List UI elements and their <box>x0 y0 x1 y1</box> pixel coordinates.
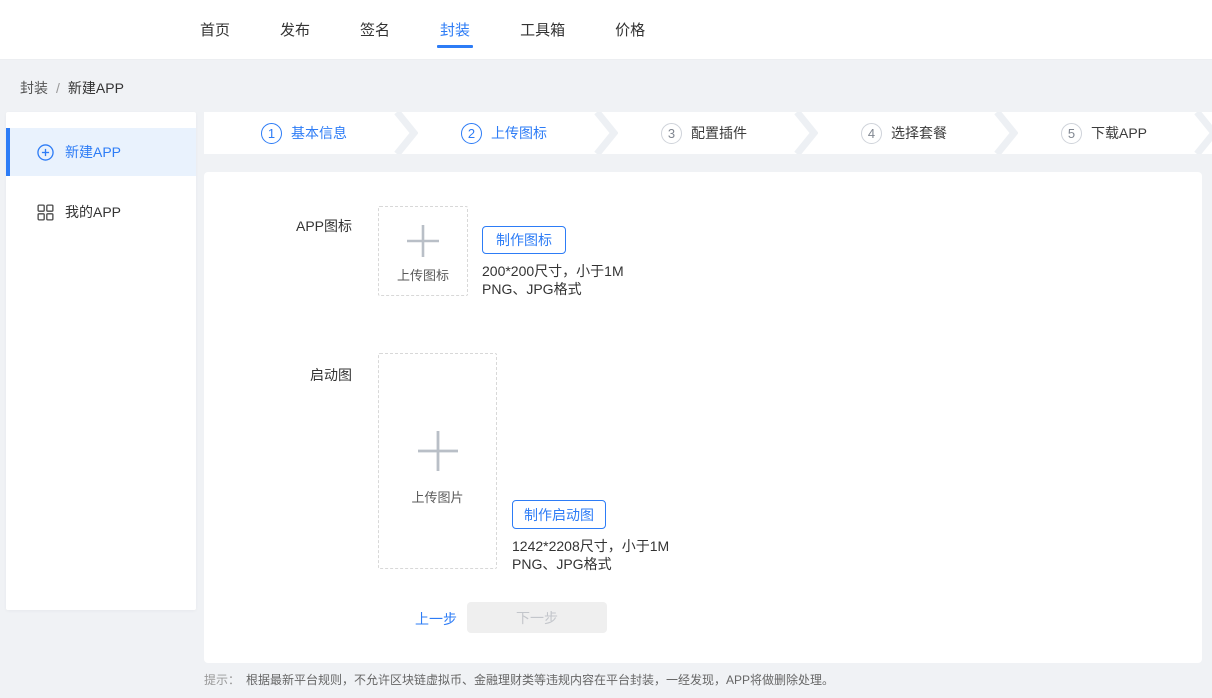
next-step-button[interactable]: 下一步 <box>467 602 607 633</box>
splash-size-hint: 1242*2208尺寸，小于1M <box>512 536 669 556</box>
sidebar-item-label: 新建APP <box>65 142 121 162</box>
breadcrumb-current: 新建APP <box>68 80 124 96</box>
sidebar: 新建APP 我的APP <box>6 112 196 610</box>
upload-image-text: 上传图片 <box>411 487 463 506</box>
breadcrumb: 封装 / 新建APP <box>20 78 124 98</box>
grid-icon <box>37 204 54 221</box>
step-number: 1 <box>261 123 282 144</box>
step-label: 基本信息 <box>291 123 347 143</box>
step-configure-plugins: 3 配置插件 <box>604 112 804 154</box>
plus-icon <box>405 223 441 259</box>
step-number: 4 <box>861 123 882 144</box>
footer-tip: 提示： 根据最新平台规则，不允许区块链虚拟币、金融理财类等违规内容在平台封装，一经… <box>204 671 834 688</box>
tip-text: 根据最新平台规则，不允许区块链虚拟币、金融理财类等违规内容在平台封装，一经发现，… <box>246 673 834 687</box>
nav-item-publish[interactable]: 发布 <box>280 0 310 59</box>
make-splash-button[interactable]: 制作启动图 <box>512 500 606 529</box>
splash-image-label: 启动图 <box>204 365 352 385</box>
step-number: 5 <box>1061 123 1082 144</box>
nav-item-package[interactable]: 封装 <box>440 0 470 59</box>
step-select-plan: 4 选择套餐 <box>804 112 1004 154</box>
upload-icon-text: 上传图标 <box>397 265 449 284</box>
splash-upload-box[interactable]: 上传图片 <box>378 353 497 569</box>
nav-item-sign[interactable]: 签名 <box>360 0 390 59</box>
icon-size-hint: 200*200尺寸，小于1M <box>482 261 624 281</box>
chevron-right-icon <box>1194 112 1212 154</box>
tip-label: 提示： <box>204 673 240 687</box>
nav-item-toolbox[interactable]: 工具箱 <box>520 0 565 59</box>
chevron-right-icon <box>594 112 618 154</box>
upload-step-panel: APP图标 上传图标 制作图标 200*200尺寸，小于1M PNG、JPG格式… <box>204 172 1202 663</box>
step-label: 配置插件 <box>691 123 747 143</box>
app-icon-label: APP图标 <box>204 216 352 236</box>
step-upload-icon: 2 上传图标 <box>404 112 604 154</box>
nav-item-home[interactable]: 首页 <box>200 0 230 59</box>
step-download-app: 5 下载APP <box>1004 112 1204 154</box>
breadcrumb-separator: / <box>56 80 60 96</box>
sidebar-item-new-app[interactable]: 新建APP <box>6 128 196 176</box>
step-number: 3 <box>661 123 682 144</box>
plus-circle-icon <box>37 144 54 161</box>
plus-icon <box>416 429 460 473</box>
app-icon-upload-box[interactable]: 上传图标 <box>378 206 468 296</box>
step-number: 2 <box>461 123 482 144</box>
steps-bar: 1 基本信息 2 上传图标 3 配置插件 4 选择套餐 5 下载APP <box>204 112 1212 154</box>
previous-step-link[interactable]: 上一步 <box>415 609 457 629</box>
sidebar-item-label: 我的APP <box>65 202 121 222</box>
chevron-right-icon <box>994 112 1018 154</box>
icon-format-hint: PNG、JPG格式 <box>482 279 582 299</box>
top-nav: 首页 发布 签名 封装 工具箱 价格 <box>0 0 1212 60</box>
step-basic-info: 1 基本信息 <box>204 112 404 154</box>
nav-item-price[interactable]: 价格 <box>615 0 645 59</box>
chevron-right-icon <box>394 112 418 154</box>
step-label: 选择套餐 <box>891 123 947 143</box>
make-icon-button[interactable]: 制作图标 <box>482 226 566 254</box>
step-label: 上传图标 <box>491 123 547 143</box>
step-label: 下载APP <box>1091 123 1147 143</box>
chevron-right-icon <box>794 112 818 154</box>
sidebar-item-my-app[interactable]: 我的APP <box>6 188 196 236</box>
splash-format-hint: PNG、JPG格式 <box>512 554 612 574</box>
breadcrumb-root[interactable]: 封装 <box>20 80 48 96</box>
